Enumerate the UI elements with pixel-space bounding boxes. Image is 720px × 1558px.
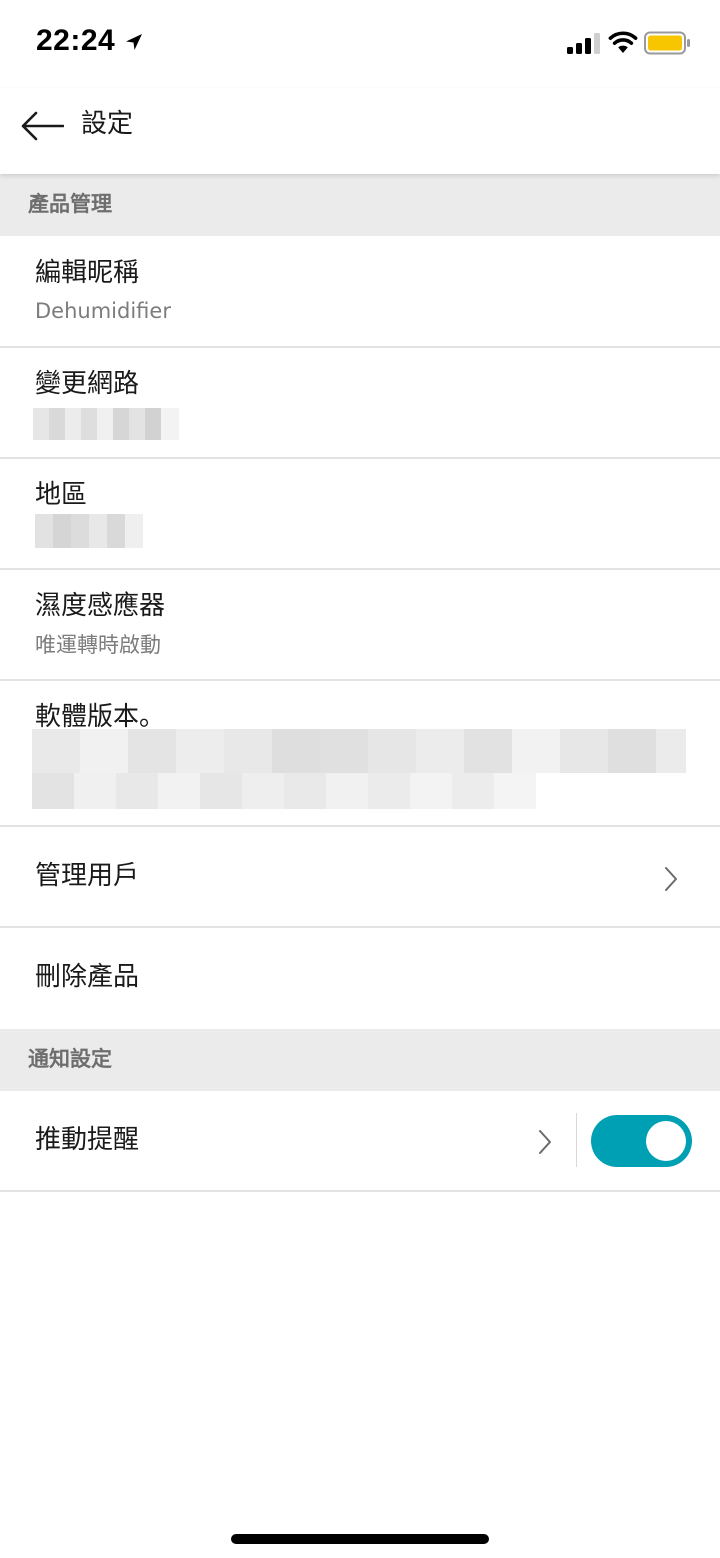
redacted-network-name [33, 408, 179, 440]
battery-icon [644, 31, 690, 55]
wifi-icon [608, 31, 638, 53]
section-header-product: 產品管理 [0, 174, 720, 236]
push-notifications-toggle[interactable] [591, 1115, 692, 1167]
row-humidity-sensor[interactable]: 濕度感應器 唯運轉時啟動 [0, 570, 720, 681]
toggle-divider [576, 1113, 577, 1167]
location-arrow-icon [126, 34, 142, 50]
chevron-right-icon [539, 1130, 551, 1154]
toggle-knob [646, 1121, 686, 1161]
row-title: 變更網路 [35, 369, 140, 399]
back-arrow-icon [21, 111, 64, 141]
row-title: 地區 [35, 480, 88, 510]
back-button[interactable] [14, 104, 70, 148]
cellular-signal-icon [567, 33, 600, 54]
page-title: 設定 [81, 109, 134, 139]
row-manage-users[interactable]: 管理用戶 [0, 827, 720, 928]
home-indicator [231, 1534, 489, 1544]
status-bar: 22:24 [0, 0, 720, 88]
row-value: Dehumidifier [35, 299, 171, 323]
redacted-region-value [35, 514, 143, 548]
section-header-notifications: 通知設定 [0, 1029, 720, 1091]
redacted-firmware-line-2 [32, 773, 536, 809]
redacted-firmware-line-1 [32, 729, 686, 773]
app-header: 設定 [0, 88, 720, 174]
row-title: 濕度感應器 [35, 591, 166, 621]
row-title: 推動提醒 [35, 1125, 140, 1155]
row-delete-product[interactable]: 刪除產品 [0, 928, 720, 1029]
row-title: 刪除產品 [35, 962, 140, 992]
row-title: 管理用戶 [35, 861, 140, 891]
section-label: 通知設定 [28, 1047, 112, 1071]
row-push-notifications[interactable]: 推動提醒 [0, 1091, 720, 1192]
status-time: 22:24 [36, 24, 116, 57]
section-label: 產品管理 [28, 192, 112, 216]
row-firmware-version: 軟體版本。 [0, 681, 720, 827]
row-edit-nickname[interactable]: 編輯昵稱 Dehumidifier [0, 236, 720, 348]
row-title: 編輯昵稱 [35, 258, 140, 288]
row-change-network[interactable]: 變更網路 [0, 348, 720, 459]
row-value: 唯運轉時啟動 [35, 633, 161, 657]
chevron-right-icon [665, 867, 677, 891]
row-region[interactable]: 地區 [0, 459, 720, 570]
